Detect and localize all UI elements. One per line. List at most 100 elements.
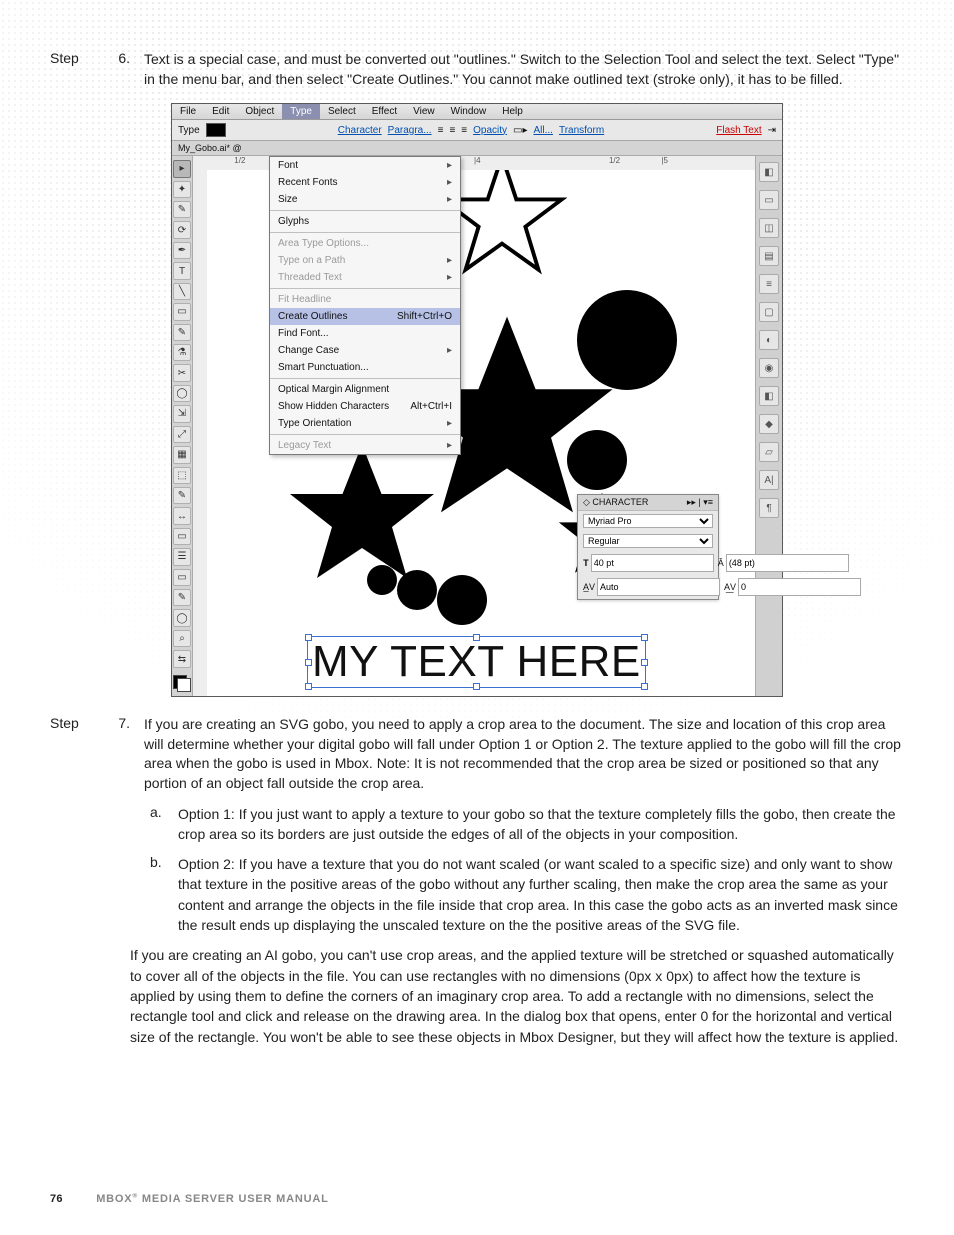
type-font-item[interactable]: Font [270, 157, 460, 174]
dock-symbols-icon[interactable]: ▤ [759, 246, 779, 266]
dock-layers-icon[interactable]: ◆ [759, 414, 779, 434]
type-orientation-item[interactable]: Type Orientation [270, 415, 460, 432]
selection-handle[interactable] [641, 634, 648, 641]
font-family-select[interactable]: Myriad Pro [583, 514, 713, 528]
leading-input[interactable] [726, 554, 849, 572]
selection-handle[interactable] [473, 683, 480, 690]
rectangle-tool-icon[interactable]: ▭ [173, 303, 191, 320]
mesh-tool-icon[interactable]: ↔ [173, 507, 191, 524]
paragraph-link[interactable]: Paragra... [388, 125, 432, 136]
fill-stroke-swatch[interactable] [173, 675, 191, 692]
opacity-link[interactable]: Opacity [473, 125, 507, 136]
selection-handle[interactable] [473, 634, 480, 641]
warp-tool-icon[interactable]: ⤢ [173, 426, 191, 443]
step-6-number: 6. [100, 50, 134, 89]
type-tool-icon[interactable]: T [173, 262, 191, 279]
dock-paragraph-icon[interactable]: ¶ [759, 498, 779, 518]
selection-handle[interactable] [641, 659, 648, 666]
pen-tool-icon[interactable]: ✒ [173, 242, 191, 259]
circle-tiny-1 [367, 565, 397, 595]
hand-tool-icon[interactable]: ⇆ [173, 650, 191, 667]
dock-graphic-styles-icon[interactable]: ◧ [759, 386, 779, 406]
selection-handle[interactable] [305, 683, 312, 690]
dock-transparency-icon[interactable]: ◐ [759, 330, 779, 350]
align-center-icon[interactable]: ≡ [449, 125, 455, 136]
menu-select[interactable]: Select [320, 104, 364, 119]
type-menu-dropdown: Font Recent Fonts Size Glyphs Area Type … [269, 156, 461, 455]
transform-link[interactable]: Transform [559, 125, 604, 136]
character-panel-collapse-icon[interactable]: ▸▸ | ▾≡ [687, 497, 713, 508]
type-fit-headline-item: Fit Headline [270, 291, 460, 308]
illustrator-screenshot: File Edit Object Type Select Effect View… [171, 103, 783, 697]
pencil-tool-icon[interactable]: ⚗ [173, 344, 191, 361]
free-transform-tool-icon[interactable]: ▦ [173, 446, 191, 463]
eyedropper-tool-icon[interactable]: ☰ [173, 548, 191, 565]
line-tool-icon[interactable]: ╲ [173, 283, 191, 300]
crop-tool-icon[interactable]: ◯ [173, 609, 191, 626]
selection-handle[interactable] [305, 659, 312, 666]
menu-object[interactable]: Object [237, 104, 282, 119]
type-glyphs-item[interactable]: Glyphs [270, 213, 460, 230]
kerning-icon: A̲V [583, 582, 595, 592]
character-panel[interactable]: ◇ CHARACTER ▸▸ | ▾≡ Myriad Pro Regular 𝐓… [577, 494, 719, 600]
type-find-font-item[interactable]: Find Font... [270, 325, 460, 342]
dock-gradient-icon[interactable]: ▢ [759, 302, 779, 322]
flash-text-link[interactable]: Flash Text [716, 125, 761, 136]
fill-swatch[interactable] [206, 123, 226, 137]
character-link[interactable]: Character [338, 125, 382, 136]
dock-swatches-icon[interactable]: ▭ [759, 190, 779, 210]
circle-tiny-2 [397, 570, 437, 610]
font-style-select[interactable]: Regular [583, 534, 713, 548]
doc-setup-icon[interactable]: ▭▸ [513, 125, 527, 136]
selection-tool-icon[interactable]: ▸ [173, 160, 191, 177]
rotate-tool-icon[interactable]: ◯ [173, 385, 191, 402]
vertical-ruler [193, 170, 208, 696]
all-link[interactable]: All... [534, 125, 553, 136]
dock-character-icon[interactable]: A| [759, 470, 779, 490]
align-left-icon[interactable]: ≡ [438, 125, 444, 136]
graph-tool-icon[interactable]: ✎ [173, 487, 191, 504]
dock-brushes-icon[interactable]: ◫ [759, 218, 779, 238]
menu-file[interactable]: File [172, 104, 204, 119]
menu-type[interactable]: Type [282, 104, 320, 119]
zoom-tool-icon[interactable]: ⌕ [173, 630, 191, 647]
scale-tool-icon[interactable]: ⇲ [173, 405, 191, 422]
magic-wand-tool-icon[interactable]: ✎ [173, 201, 191, 218]
tracking-input[interactable] [738, 578, 861, 596]
dock-appearance-icon[interactable]: ◉ [759, 358, 779, 378]
gradient-tool-icon[interactable]: ▭ [173, 528, 191, 545]
lasso-tool-icon[interactable]: ⟳ [173, 221, 191, 238]
dock-stroke-icon[interactable]: ≡ [759, 274, 779, 294]
collapse-icon[interactable]: ⇥ [768, 125, 776, 136]
dock-artboards-icon[interactable]: ▱ [759, 442, 779, 462]
kerning-input[interactable] [597, 578, 720, 596]
type-change-case-item[interactable]: Change Case [270, 342, 460, 359]
selection-handle[interactable] [305, 634, 312, 641]
type-size-item[interactable]: Size [270, 191, 460, 208]
type-recent-fonts-item[interactable]: Recent Fonts [270, 174, 460, 191]
align-right-icon[interactable]: ≡ [461, 125, 467, 136]
star-filled-small-left [287, 440, 437, 590]
symbol-sprayer-tool-icon[interactable]: ⬚ [173, 467, 191, 484]
menu-help[interactable]: Help [494, 104, 531, 119]
eraser-tool-icon[interactable]: ✂ [173, 364, 191, 381]
direct-selection-tool-icon[interactable]: ✦ [173, 181, 191, 198]
menu-edit[interactable]: Edit [204, 104, 237, 119]
selected-text-frame[interactable]: MY TEXT HERE [307, 636, 646, 688]
type-create-outlines-item[interactable]: Create OutlinesShift+Ctrl+O [270, 308, 460, 325]
font-size-input[interactable] [591, 554, 714, 572]
menu-effect[interactable]: Effect [364, 104, 405, 119]
document-tab[interactable]: My_Gobo.ai* @ [172, 141, 782, 156]
paintbrush-tool-icon[interactable]: ✎ [173, 324, 191, 341]
live-paint-tool-icon[interactable]: ✎ [173, 589, 191, 606]
option-a-letter: a. [150, 804, 168, 845]
option-a-text: Option 1: If you just want to apply a te… [178, 804, 904, 845]
selection-handle[interactable] [641, 683, 648, 690]
type-optical-margin-item[interactable]: Optical Margin Alignment [270, 381, 460, 398]
type-show-hidden-item[interactable]: Show Hidden CharactersAlt+Ctrl+I [270, 398, 460, 415]
blend-tool-icon[interactable]: ▭ [173, 569, 191, 586]
menu-window[interactable]: Window [443, 104, 495, 119]
menu-view[interactable]: View [405, 104, 443, 119]
type-smart-punct-item[interactable]: Smart Punctuation... [270, 359, 460, 376]
dock-color-icon[interactable]: ◧ [759, 162, 779, 182]
